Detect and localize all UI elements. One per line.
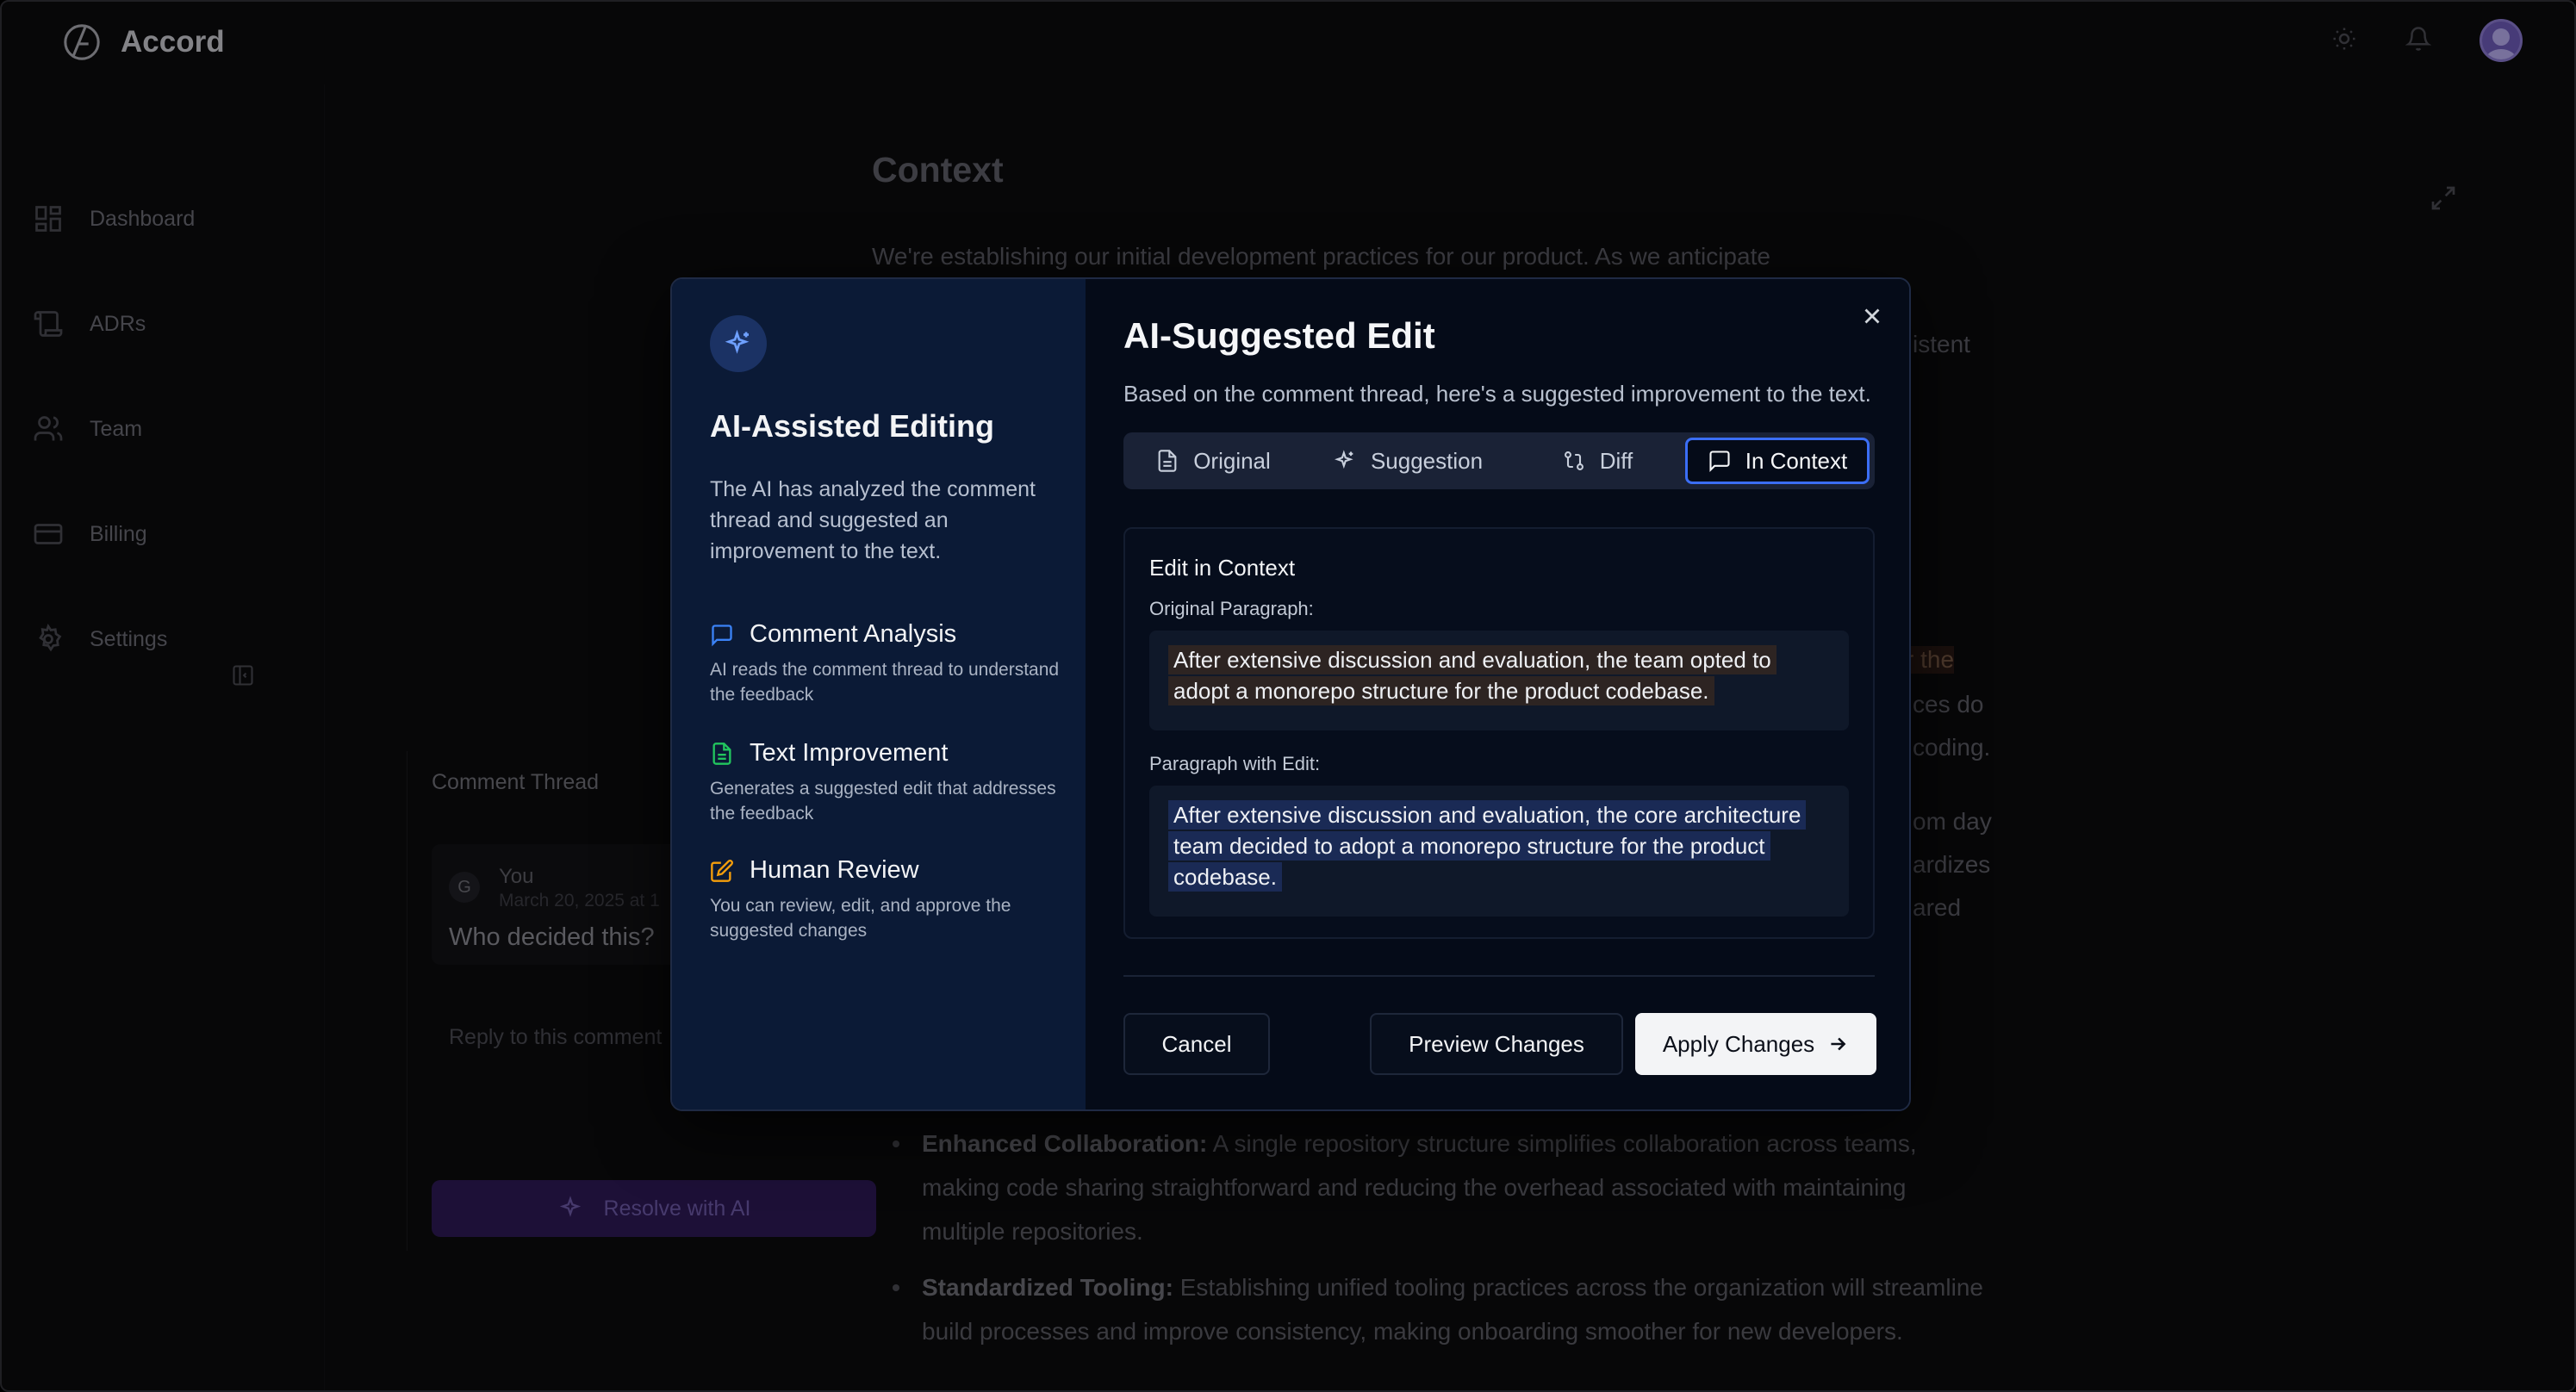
feature-comment-analysis: Comment Analysis AI reads the comment th… (710, 620, 1072, 707)
feature-description: Generates a suggested edit that addresse… (710, 779, 1056, 823)
feature-title: Human Review (750, 856, 919, 884)
cancel-button[interactable]: Cancel (1123, 1013, 1270, 1075)
sparkles-icon (725, 329, 750, 354)
git-compare-icon (1564, 451, 1584, 470)
modal-content-panel: AI-Suggested Edit Based on the comment t… (1086, 279, 1909, 1109)
edited-paragraph: After extensive discussion and evaluatio… (1149, 786, 1849, 917)
edit-in-context-card: Edit in Context Original Paragraph: Afte… (1123, 527, 1875, 939)
apply-changes-button[interactable]: Apply Changes (1635, 1013, 1876, 1075)
tab-in-context[interactable]: In Context (1685, 438, 1870, 484)
footer-divider (1123, 975, 1875, 977)
feature-description: You can review, edit, and approve the su… (710, 896, 1011, 941)
tab-suggestion[interactable]: Suggestion (1313, 438, 1503, 484)
original-paragraph-text: After extensive discussion and evaluatio… (1168, 645, 1776, 705)
feature-description: AI reads the comment thread to understan… (710, 660, 1060, 705)
file-text-icon (712, 742, 731, 765)
ai-badge (710, 315, 767, 372)
tab-original[interactable]: Original (1136, 438, 1291, 484)
feature-title: Comment Analysis (750, 620, 957, 648)
edited-paragraph-text: After extensive discussion and evaluatio… (1168, 800, 1807, 892)
view-tabs: Original Suggestion Diff In Context (1123, 432, 1875, 489)
file-icon (1158, 450, 1177, 472)
modal-title: AI-Suggested Edit (1123, 315, 1435, 356)
edit-icon (711, 859, 733, 882)
context-title: Edit in Context (1149, 555, 1296, 581)
sparkles-icon (1334, 450, 1353, 469)
edited-paragraph-label: Paragraph with Edit: (1149, 753, 1321, 774)
close-icon[interactable] (1859, 303, 1885, 329)
original-paragraph: After extensive discussion and evaluatio… (1149, 631, 1849, 730)
modal-subtitle: Based on the comment thread, here's a su… (1123, 381, 1871, 407)
info-description: The AI has analyzed the comment thread a… (710, 477, 1036, 563)
message-square-icon (1709, 451, 1730, 473)
info-title: AI-Assisted Editing (710, 408, 995, 444)
app-window: Accord Dashboard ADRs Team Billing Setti… (0, 0, 2576, 1392)
original-paragraph-label: Original Paragraph: (1149, 598, 1314, 619)
feature-text-improvement: Text Improvement Generates a suggested e… (710, 739, 1072, 826)
feature-title: Text Improvement (750, 739, 949, 767)
tab-diff[interactable]: Diff (1520, 438, 1675, 484)
ai-edit-modal: AI-Assisted Editing The AI has analyzed … (670, 277, 1911, 1111)
arrow-right-icon (1831, 1037, 1846, 1051)
preview-changes-button[interactable]: Preview Changes (1370, 1013, 1623, 1075)
modal-info-panel: AI-Assisted Editing The AI has analyzed … (672, 279, 1086, 1109)
message-square-icon (712, 624, 732, 646)
feature-human-review: Human Review You can review, edit, and a… (710, 856, 1072, 943)
